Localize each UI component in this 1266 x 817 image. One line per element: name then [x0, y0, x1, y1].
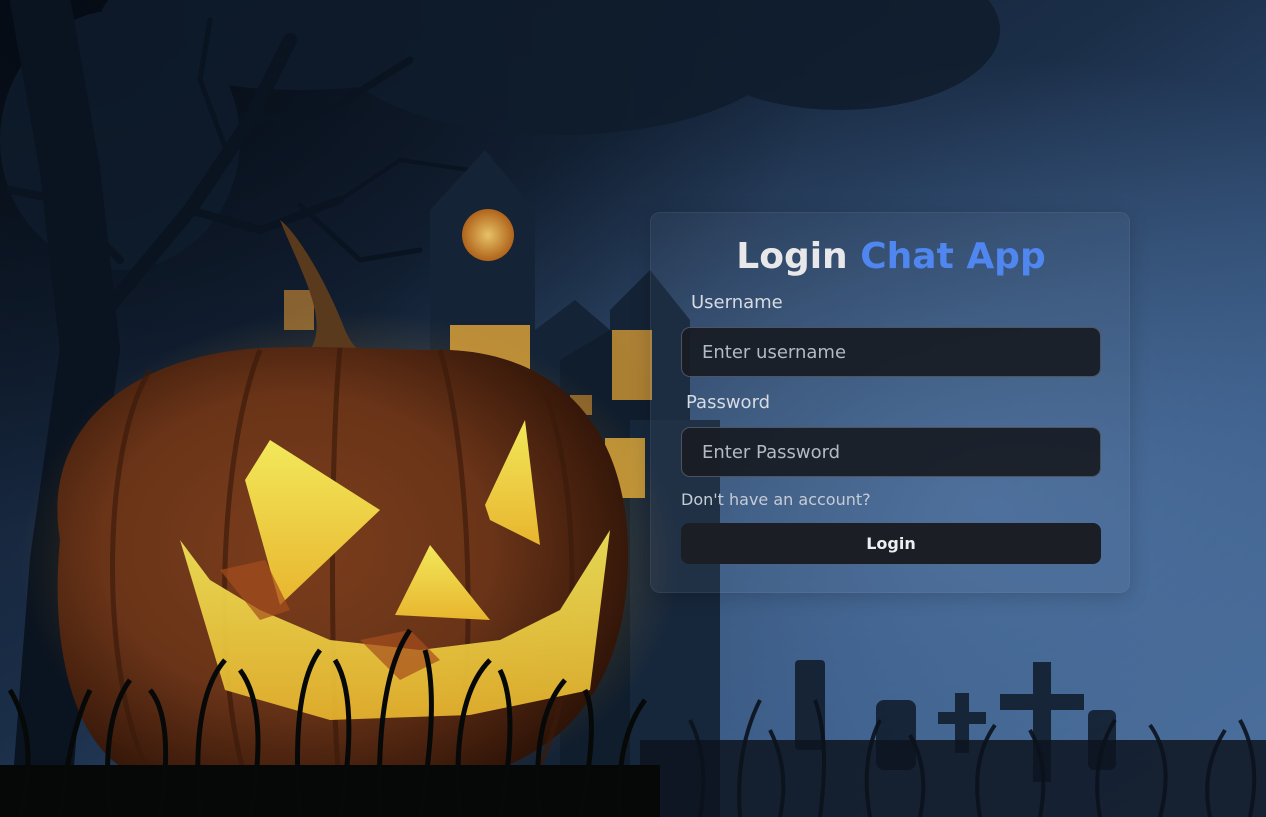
password-input[interactable]	[681, 427, 1101, 477]
login-title: Login Chat App	[651, 237, 1131, 277]
login-button[interactable]: Login	[681, 523, 1101, 564]
title-login-word: Login	[736, 236, 848, 277]
username-input[interactable]	[681, 327, 1101, 377]
signup-link[interactable]: Don't have an account?	[681, 490, 871, 510]
login-card: Login Chat App Username Password Don't h…	[650, 212, 1130, 593]
house-round-window	[462, 209, 514, 261]
title-chat-app: Chat App	[860, 236, 1046, 277]
username-label: Username	[691, 292, 783, 313]
password-label: Password	[686, 392, 771, 413]
